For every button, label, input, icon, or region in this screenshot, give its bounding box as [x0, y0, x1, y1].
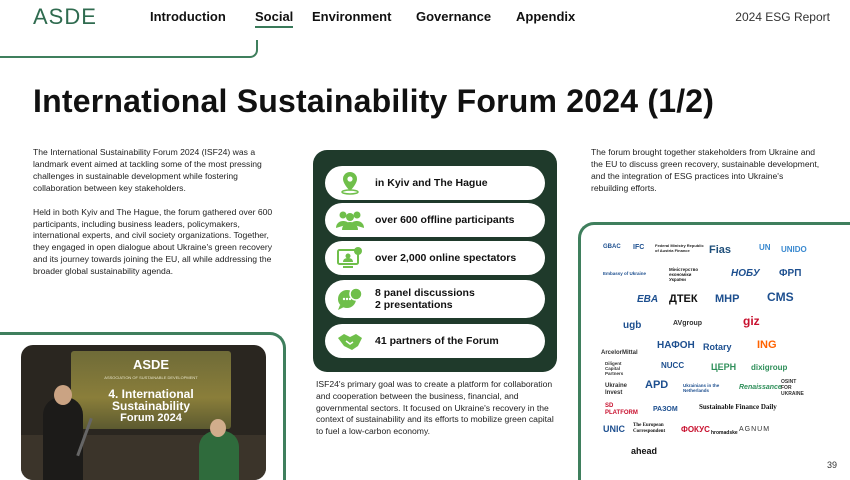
partner-logo: ФРП — [779, 268, 802, 279]
partner-logo: AGNUM — [739, 426, 771, 433]
speaker-figure — [43, 397, 83, 480]
partner-logo: Ukraine Invest — [605, 383, 628, 396]
stat-partners-label: 41 partners of the Forum — [375, 335, 499, 347]
asde-logo[interactable]: ASDE — [33, 4, 97, 30]
stat-location-label: in Kyiv and The Hague — [375, 177, 488, 189]
stat-presentations-label: 2 presentations — [375, 299, 453, 311]
partner-logo: ДТЕК — [669, 293, 698, 305]
partner-logo: РАЗОМ — [653, 406, 678, 413]
partner-logo: GBAC — [603, 244, 621, 250]
partner-logo: hromadske — [711, 430, 738, 436]
partner-logo: AVgroup — [673, 320, 703, 327]
partner-logo: EBA — [637, 294, 659, 305]
nav-environment[interactable]: Environment — [312, 9, 391, 24]
partner-logo: UNIC — [603, 424, 625, 434]
partner-logo: The European Correspondent — [633, 423, 666, 434]
stat-discussions: 8 panel discussions 2 presentations — [325, 280, 545, 318]
partner-logo: giz — [743, 314, 760, 328]
intro-paragraph: The International Sustainability Forum 2… — [33, 147, 262, 193]
panelist-head — [210, 419, 226, 437]
nav-social[interactable]: Social — [255, 9, 294, 28]
stat-online-label: over 2,000 online spectators — [375, 252, 517, 264]
stat-offline-label: over 600 offline participants — [375, 214, 515, 226]
stat-location: in Kyiv and The Hague — [325, 166, 545, 200]
handshake-icon — [325, 324, 375, 358]
partner-logo: НОБУ — [731, 268, 760, 279]
partner-logo: Fias — [709, 244, 732, 256]
partner-logo: ЦЕРН — [711, 362, 737, 372]
panelist-figure — [199, 431, 239, 480]
right-column-text: The forum brought together stakeholders … — [591, 147, 820, 193]
online-screen-icon — [325, 241, 375, 275]
screen-line-3: Forum 2024 — [120, 412, 182, 424]
partner-logo: Міністерство економіки України — [669, 267, 699, 282]
location-pin-icon — [325, 166, 375, 200]
partner-logo: Renaissance — [739, 384, 782, 391]
partner-logo: ugb — [623, 320, 642, 331]
partner-logo: ahead — [631, 446, 658, 456]
partner-logo: SD PLATFORM — [605, 403, 638, 416]
partner-logo: Sustainable Finance Daily — [699, 403, 777, 411]
page-title: International Sustainability Forum 2024 … — [33, 83, 715, 119]
details-paragraph: Held in both Kyiv and The Hague, the for… — [33, 206, 273, 277]
stat-partners: 41 partners of the Forum — [325, 324, 545, 358]
partner-logo: НАФОН — [657, 340, 695, 351]
forum-stats-panel: in Kyiv and The Hague over 600 offline p… — [313, 150, 557, 372]
partner-logo: Federal Ministry Republic of Austria Fin… — [655, 243, 704, 253]
partner-logo: ING — [757, 339, 777, 351]
screen-brand: ASDE — [132, 357, 170, 372]
page-number: 39 — [826, 460, 837, 470]
nav-governance[interactable]: Governance — [416, 9, 491, 24]
partner-logo: Diligent Capital Partners — [605, 361, 624, 376]
left-column-text: The International Sustainability Forum 2… — [33, 147, 283, 290]
stat-online: over 2,000 online spectators — [325, 241, 545, 275]
partner-logo: dixigroup — [751, 363, 788, 372]
nav-appendix[interactable]: Appendix — [516, 9, 575, 24]
partner-logo: Embassy of Ukraine — [603, 271, 647, 276]
nav-introduction[interactable]: Introduction — [150, 9, 226, 24]
chat-bubbles-icon — [325, 282, 375, 316]
partner-logos-panel: GBAC IFC Federal Ministry Republic of Au… — [578, 222, 850, 480]
partner-logo: APD — [645, 379, 669, 391]
partner-logo: ArcelorMittal — [601, 350, 638, 356]
screen-caption: ASSOCIATION OF SUSTAINABLE DEVELOPMENT — [104, 375, 198, 380]
header-divider — [0, 40, 258, 58]
report-label: 2024 ESG Report — [735, 10, 830, 24]
stage-screen: ASDE ASSOCIATION OF SUSTAINABLE DEVELOPM… — [71, 351, 231, 429]
stat-offline: over 600 offline participants — [325, 203, 545, 237]
partner-logo: ФОКУС — [681, 425, 710, 434]
partner-logo: UNIDO — [781, 245, 807, 254]
speaker-head — [54, 385, 72, 405]
top-navigation-bar: ASDE Introduction Social Environment Gov… — [0, 0, 850, 36]
stat-discussions-label: 8 panel discussions — [375, 287, 475, 299]
partner-logo: NUCC — [661, 361, 685, 370]
partner-logo: UN — [759, 243, 771, 252]
partner-logo: Rotary — [703, 342, 732, 352]
partner-logo: Ukrainians in the Netherlands — [683, 383, 720, 393]
partner-logo: OSINT FOR UKRAINE — [781, 379, 804, 397]
partner-logo: CMS — [767, 290, 794, 304]
partner-logo: МНР — [715, 293, 740, 305]
forum-stage-photo: ASDE ASSOCIATION OF SUSTAINABLE DEVELOPM… — [21, 345, 266, 480]
partner-logo: IFC — [633, 244, 645, 251]
people-group-icon — [325, 203, 375, 237]
screen-line-2: Sustainability — [111, 399, 191, 413]
middle-column-text: ISF24's primary goal was to create a pla… — [316, 379, 554, 437]
